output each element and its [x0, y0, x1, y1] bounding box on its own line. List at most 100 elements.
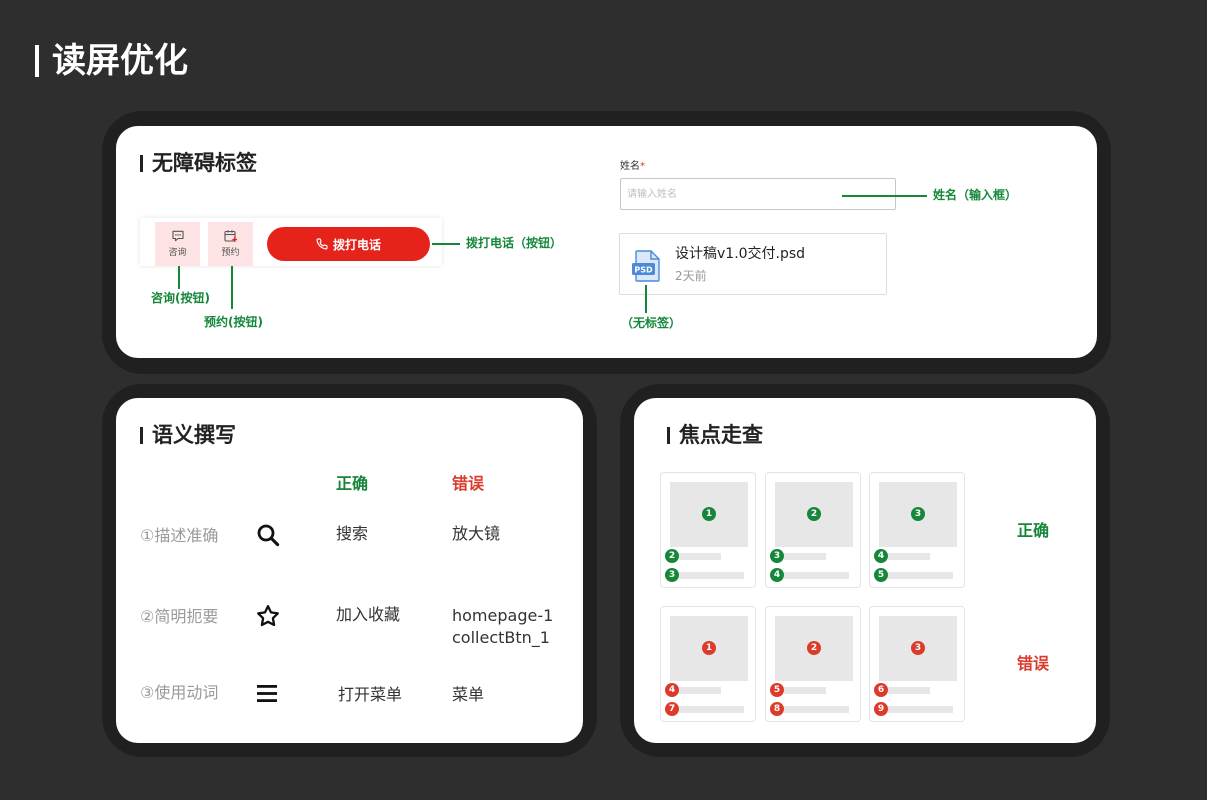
correct-example: 加入收藏 [336, 605, 401, 624]
wrong-example-line-2: collectBtn_1 [452, 628, 550, 647]
call-button-label: 拨打电话 [332, 237, 381, 252]
text-line-placeholder [888, 706, 953, 713]
card-accessibility-labels: 无障碍标签 咨询 预约 拨打电话 咨询(按钮) 预约(按钮) 拨打电话（按钮） … [116, 126, 1097, 358]
panel-semantic-writing: 语义撰写 正确 错误 ①描述准确 搜索 放大镜 ②简明扼要 加入收藏 homep… [102, 384, 597, 757]
text-line-placeholder [888, 553, 930, 560]
focus-order-badge: 2 [665, 549, 679, 563]
file-name: 设计稿v1.0交付.psd [675, 246, 806, 262]
name-field-label: 姓名* [620, 160, 645, 174]
page-title-accent [35, 45, 39, 77]
reserve-button-label: 预约 [221, 248, 240, 258]
page-title: 读屏优化 [52, 41, 188, 81]
annotation-line-reserve [231, 266, 233, 309]
section-title: 焦点走查 [679, 423, 763, 447]
text-line-placeholder [784, 706, 849, 713]
wrong-example: 放大镜 [452, 524, 501, 543]
text-line-placeholder [679, 572, 744, 579]
psd-file-icon: PSD [631, 250, 662, 282]
focus-card: 2 3 4 [765, 472, 861, 588]
focus-order-badge: 9 [874, 702, 888, 716]
card-focus-walkthrough: 焦点走查 1 2 3 2 3 4 3 4 5 正确 1 4 7 2 5 8 3 … [634, 398, 1096, 743]
correct-example: 搜索 [336, 524, 369, 543]
rule-label: ②简明扼要 [140, 607, 219, 626]
annotation-line-file [645, 285, 647, 313]
card-semantic-writing: 语义撰写 正确 错误 ①描述准确 搜索 放大镜 ②简明扼要 加入收藏 homep… [116, 398, 583, 743]
image-placeholder: 3 [879, 616, 957, 681]
calendar-add-icon [223, 230, 238, 243]
annotation-label-call: 拨打电话（按钮） [466, 236, 563, 250]
focus-card: 1 2 3 [660, 472, 756, 588]
section-title-accent [667, 427, 670, 444]
image-placeholder: 2 [775, 616, 853, 681]
correct-example: 打开菜单 [338, 685, 403, 704]
focus-order-badge: 5 [874, 568, 888, 582]
focus-card: 3 6 9 [869, 606, 965, 722]
focus-order-badge: 7 [665, 702, 679, 716]
image-placeholder: 1 [670, 482, 748, 547]
text-line-placeholder [679, 553, 721, 560]
panel-focus-walkthrough: 焦点走查 1 2 3 2 3 4 3 4 5 正确 1 4 7 2 5 8 3 … [620, 384, 1110, 757]
text-line-placeholder [784, 687, 826, 694]
text-line-placeholder [888, 687, 930, 694]
file-card[interactable]: PSD 设计稿v1.0交付.psd 2天前 [619, 233, 887, 295]
psd-icon-text: PSD [634, 265, 653, 274]
required-mark: * [640, 161, 645, 172]
phone-icon [316, 238, 328, 250]
text-line-placeholder [784, 572, 849, 579]
menu-icon [257, 685, 277, 702]
focus-order-badge: 4 [874, 549, 888, 563]
section-title-accent [140, 155, 143, 172]
focus-row-label-correct: 正确 [1017, 521, 1050, 540]
reserve-button[interactable]: 预约 [208, 222, 253, 266]
section-title: 无障碍标签 [152, 151, 257, 175]
focus-order-badge: 2 [807, 641, 821, 655]
annotation-label-name-input: 姓名（输入框） [933, 188, 1018, 202]
file-timestamp: 2天前 [675, 269, 707, 283]
text-line-placeholder [888, 572, 953, 579]
wrong-example: 菜单 [452, 685, 485, 704]
text-line-placeholder [679, 687, 721, 694]
annotation-label-consult: 咨询(按钮) [151, 291, 210, 305]
chat-icon [171, 230, 184, 242]
name-input[interactable] [620, 178, 896, 210]
panel-accessibility-labels: 无障碍标签 咨询 预约 拨打电话 咨询(按钮) 预约(按钮) 拨打电话（按钮） … [102, 111, 1111, 374]
focus-order-badge: 6 [874, 683, 888, 697]
annotation-line-consult [178, 266, 180, 289]
column-header-correct: 正确 [336, 474, 369, 493]
image-placeholder: 1 [670, 616, 748, 681]
search-icon [256, 523, 280, 547]
column-header-wrong: 错误 [452, 474, 485, 493]
focus-order-badge: 4 [665, 683, 679, 697]
annotation-label-reserve: 预约(按钮) [204, 315, 263, 329]
focus-order-badge: 8 [770, 702, 784, 716]
image-placeholder: 2 [775, 482, 853, 547]
focus-order-badge: 3 [665, 568, 679, 582]
image-placeholder: 3 [879, 482, 957, 547]
focus-order-badge: 4 [770, 568, 784, 582]
rule-label: ①描述准确 [140, 526, 219, 545]
text-line-placeholder [679, 706, 744, 713]
name-label-text: 姓名 [620, 161, 640, 172]
annotation-line-name-input [842, 195, 927, 197]
wrong-example: homepage-1 [452, 606, 554, 625]
focus-card: 3 4 5 [869, 472, 965, 588]
consult-button-label: 咨询 [168, 248, 187, 258]
section-title: 语义撰写 [152, 423, 236, 447]
focus-order-badge: 3 [770, 549, 784, 563]
focus-order-badge: 3 [911, 507, 925, 521]
consult-button[interactable]: 咨询 [155, 222, 200, 266]
star-icon [256, 604, 280, 628]
call-button[interactable]: 拨打电话 [267, 227, 430, 261]
focus-order-badge: 3 [911, 641, 925, 655]
annotation-label-file: （无标签） [621, 316, 682, 330]
rule-label: ③使用动词 [140, 683, 219, 702]
focus-card: 1 4 7 [660, 606, 756, 722]
bottom-action-bar: 咨询 预约 拨打电话 [140, 218, 442, 266]
focus-card: 2 5 8 [765, 606, 861, 722]
text-line-placeholder [784, 553, 826, 560]
focus-order-badge: 1 [702, 507, 716, 521]
focus-order-badge: 2 [807, 507, 821, 521]
focus-order-badge: 5 [770, 683, 784, 697]
focus-order-badge: 1 [702, 641, 716, 655]
focus-row-label-wrong: 错误 [1017, 654, 1050, 673]
